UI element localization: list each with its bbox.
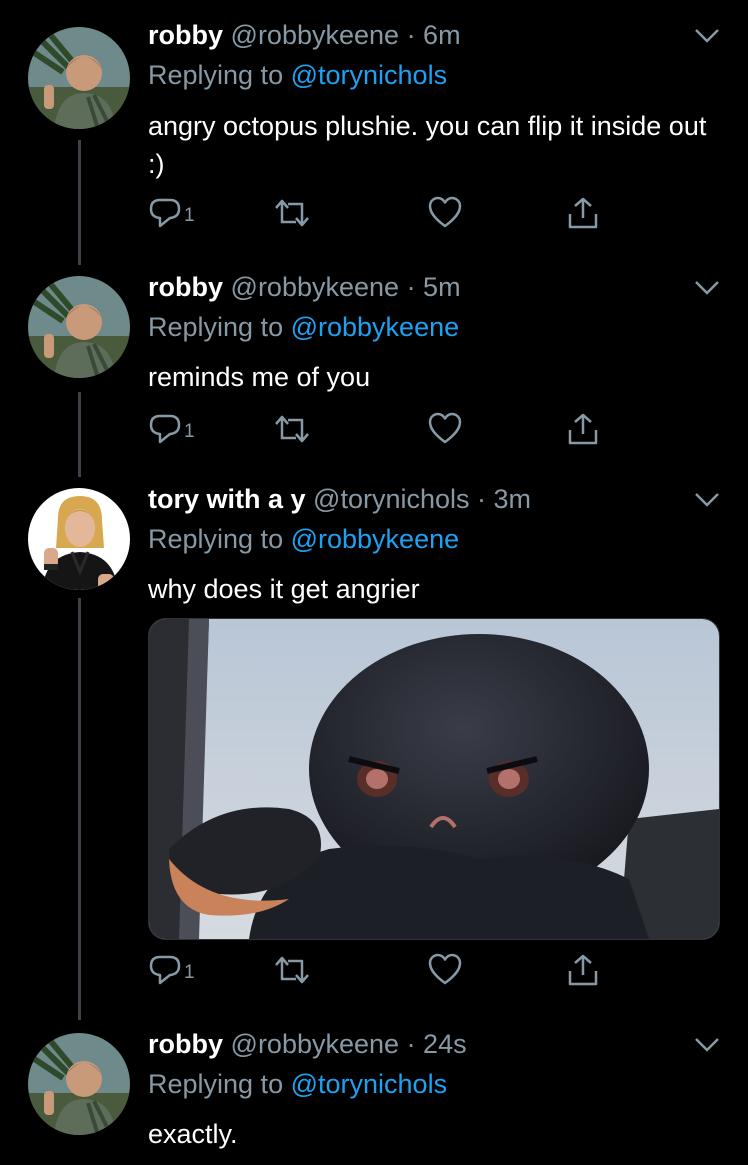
display-name[interactable]: tory with a y [148,484,306,514]
reply-button[interactable]: 1 [148,412,195,446]
tweet-text: reminds me of you [148,362,371,392]
heart-icon [428,953,462,985]
chevron-down-icon[interactable] [694,280,720,296]
share-icon [568,197,598,229]
tweet-actions: 1 [148,196,618,230]
user-handle[interactable]: @robbykeene [231,272,400,302]
reply-icon [149,198,181,228]
retweet-button[interactable] [272,412,312,446]
share-button[interactable] [566,953,600,987]
chevron-down-icon[interactable] [694,492,720,508]
display-name[interactable]: robby [148,20,223,50]
chevron-down-icon[interactable] [694,28,720,44]
tweet-actions: 1 [148,412,618,446]
timestamp[interactable]: · 5m [407,272,461,302]
retweet-icon [275,415,309,443]
share-icon [568,413,598,445]
avatar[interactable] [28,27,130,129]
replying-label: Replying to [148,1069,284,1099]
replying-label: Replying to [148,60,284,90]
mention-link[interactable]: @robbykeene [291,312,460,342]
reply-count: 1 [184,205,195,226]
retweet-button[interactable] [272,953,312,987]
thread-line [78,140,81,265]
tweet-text: angry octopus plushie. you can flip it i… [148,111,707,179]
display-name[interactable]: robby [148,1029,223,1059]
avatar[interactable] [28,276,130,378]
tweet-text: why does it get angrier [148,574,420,604]
chevron-down-icon[interactable] [694,1037,720,1053]
retweet-icon [275,956,309,984]
reply-icon [149,955,181,985]
heart-icon [428,412,462,444]
replying-to: Replying to @torynichols [148,60,447,91]
tweet-header: robby @robbykeene · 5m [148,272,461,303]
reply-button[interactable]: 1 [148,953,195,987]
thread-line [78,598,81,1020]
tweet-photo[interactable] [148,618,720,940]
mention-link[interactable]: @robbykeene [291,524,460,554]
reply-count: 1 [184,962,195,983]
reply-icon [149,414,181,444]
tweet-header: tory with a y @torynichols · 3m [148,484,531,515]
tweet-header: robby @robbykeene · 6m [148,20,461,51]
reply-button[interactable]: 1 [148,196,195,230]
tweet-text: exactly. [148,1119,238,1149]
user-handle[interactable]: @robbykeene [231,1029,400,1059]
timestamp[interactable]: · 3m [477,484,531,514]
thread-line [78,392,81,477]
avatar[interactable] [28,1033,130,1135]
replying-label: Replying to [148,312,284,342]
like-button[interactable] [428,953,462,987]
timestamp[interactable]: · 6m [407,20,461,50]
like-button[interactable] [428,196,462,230]
display-name[interactable]: robby [148,272,223,302]
timestamp[interactable]: · 24s [407,1029,467,1059]
heart-icon [428,196,462,228]
replying-to: Replying to @torynichols [148,1069,447,1100]
share-icon [568,954,598,986]
share-button[interactable] [566,196,600,230]
reply-count: 1 [184,421,195,442]
tweet-header: robby @robbykeene · 24s [148,1029,467,1060]
tweet-actions: 1 [148,953,618,987]
replying-to: Replying to @robbykeene [148,524,459,555]
user-handle[interactable]: @robbykeene [231,20,400,50]
retweet-button[interactable] [272,196,312,230]
retweet-icon [275,199,309,227]
octopus-plushie-photo [149,619,719,939]
like-button[interactable] [428,412,462,446]
avatar[interactable] [28,488,130,590]
replying-to: Replying to @robbykeene [148,312,459,343]
share-button[interactable] [566,412,600,446]
mention-link[interactable]: @torynichols [291,60,447,90]
mention-link[interactable]: @torynichols [291,1069,447,1099]
user-handle[interactable]: @torynichols [313,484,469,514]
replying-label: Replying to [148,524,284,554]
